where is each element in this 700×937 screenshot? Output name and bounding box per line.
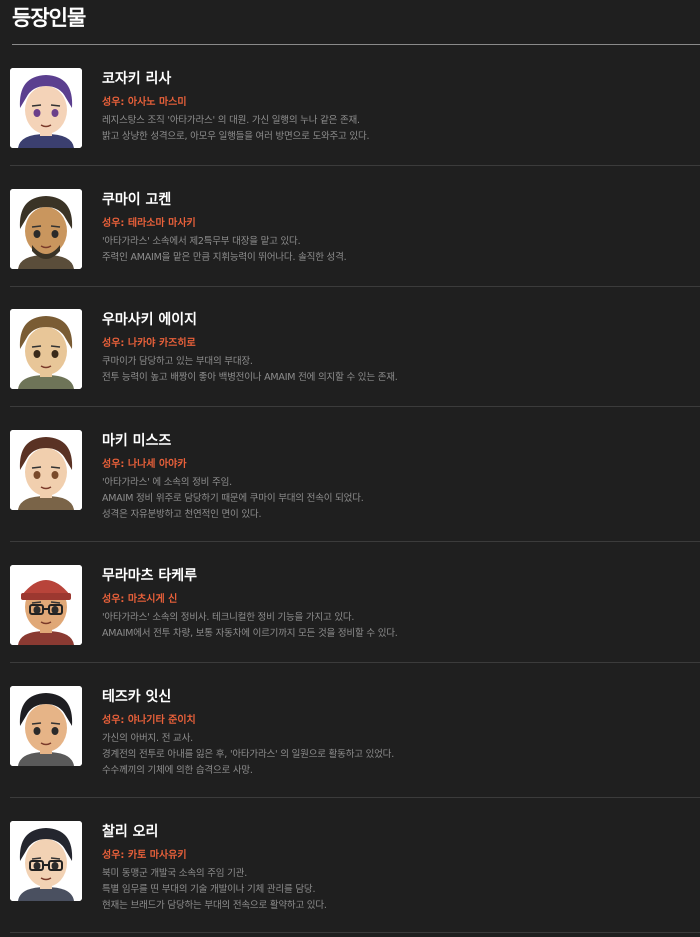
character-name: 코자키 리사 [102,71,172,87]
description-line: '아타가라스' 소속에서 제2특무부 대장을 맡고 있다. [102,236,301,247]
portrait-illustration [10,821,82,901]
character-description: 쿠마이가 담당하고 있는 부대의 부대장. 전투 능력이 높고 배짱이 좋아 백병… [102,354,398,386]
description-line: AMAIM 정비 위주로 담당하기 때문에 쿠마이 부대의 전속이 되었다. [102,493,364,504]
description-line: 레지스탕스 조직 '아타가라스' 의 대원. 가신 일행의 누나 같은 존재. [102,115,360,126]
entry-divider [10,165,700,166]
character-name: 찰리 오리 [102,824,159,840]
voice-actor: 성우: 카토 마사유키 [102,850,187,861]
voice-actor: 성우: 나카야 카즈히로 [102,338,196,349]
character-portrait[interactable] [10,309,82,389]
portrait-illustration [10,309,82,389]
character-description: '아타가라스' 에 소속의 정비 주임. AMAIM 정비 위주로 담당하기 때문… [102,475,364,523]
description-line: 주력인 AMAIM을 맡은 만큼 지휘능력이 뛰어나다. 솔직한 성격. [102,252,347,263]
description-line: 쿠마이가 담당하고 있는 부대의 부대장. [102,356,253,367]
character-description: '아타가라스' 소속의 정비사. 테크니컬한 정비 기능을 가지고 있다. AMA… [102,610,398,642]
description-line: AMAIM에서 전투 차량, 보통 자동차에 이르기까지 모든 것을 정비할 수… [102,628,398,639]
title-divider [12,44,700,45]
description-line: 밝고 상냥한 성격으로, 아모우 일행들을 여러 방면으로 도와주고 있다. [102,131,370,142]
voice-actor: 성우: 테라소마 마사키 [102,218,196,229]
character-description: '아타가라스' 소속에서 제2특무부 대장을 맡고 있다. 주력인 AMAIM을 … [102,234,347,266]
character-name: 우마사키 에이지 [102,312,198,328]
character-description: 북미 동맹군 개발국 소속의 주임 기관. 특별 임무를 띤 부대의 기술 개발이… [102,866,327,914]
character-name: 마키 미스즈 [102,433,172,449]
character-page: 등장인물 코자키 리사성우: 아사노 마스미레지스탕스 조직 '아타가라스' 의… [0,0,700,937]
character-description: 가신의 아버지. 전 교사. 경계전의 전투로 아내를 잃은 후, '아타가라스'… [102,731,394,779]
voice-actor: 성우: 아사노 마스미 [102,97,187,108]
character-portrait[interactable] [10,565,82,645]
character-portrait[interactable] [10,189,82,269]
portrait-illustration [10,686,82,766]
character-portrait[interactable] [10,686,82,766]
description-line: 현재는 브래드가 담당하는 부대의 전속으로 활약하고 있다. [102,900,327,911]
portrait-illustration [10,565,82,645]
portrait-illustration [10,189,82,269]
character-portrait[interactable] [10,68,82,148]
character-name: 쿠마이 고켄 [102,192,172,208]
character-description: 레지스탕스 조직 '아타가라스' 의 대원. 가신 일행의 누나 같은 존재. 밝… [102,113,370,145]
character-portrait[interactable] [10,430,82,510]
page-title: 등장인물 [12,6,86,30]
description-line: '아타가라스' 에 소속의 정비 주임. [102,477,232,488]
entry-divider [10,286,700,287]
voice-actor: 성우: 야나기타 준이치 [102,715,196,726]
description-line: 북미 동맹군 개발국 소속의 주임 기관. [102,868,248,879]
voice-actor: 성우: 나나세 아야카 [102,459,187,470]
entry-divider [10,797,700,798]
portrait-illustration [10,430,82,510]
description-line: '아타가라스' 소속의 정비사. 테크니컬한 정비 기능을 가지고 있다. [102,612,355,623]
voice-actor: 성우: 마츠시게 신 [102,594,178,605]
description-line: 특별 임무를 띤 부대의 기술 개발이나 기체 관리를 담당. [102,884,316,895]
description-line: 성격은 자유분방하고 천연적인 면이 있다. [102,509,262,520]
character-name: 테즈카 잇신 [102,689,172,705]
description-line: 경계전의 전투로 아내를 잃은 후, '아타가라스' 의 일원으로 활동하고 있… [102,749,395,760]
character-name: 무라마츠 타케루 [102,568,198,584]
entry-divider [10,541,700,542]
entry-divider [10,406,700,407]
description-line: 가신의 아버지. 전 교사. [102,733,193,744]
entry-divider [10,662,700,663]
description-line: 전투 능력이 높고 배짱이 좋아 백병전이나 AMAIM 전에 의지할 수 있는… [102,372,398,383]
entry-divider [10,932,700,933]
portrait-illustration [10,68,82,148]
description-line: 수수께끼의 기체에 의한 습격으로 사망. [102,765,253,776]
character-portrait[interactable] [10,821,82,901]
